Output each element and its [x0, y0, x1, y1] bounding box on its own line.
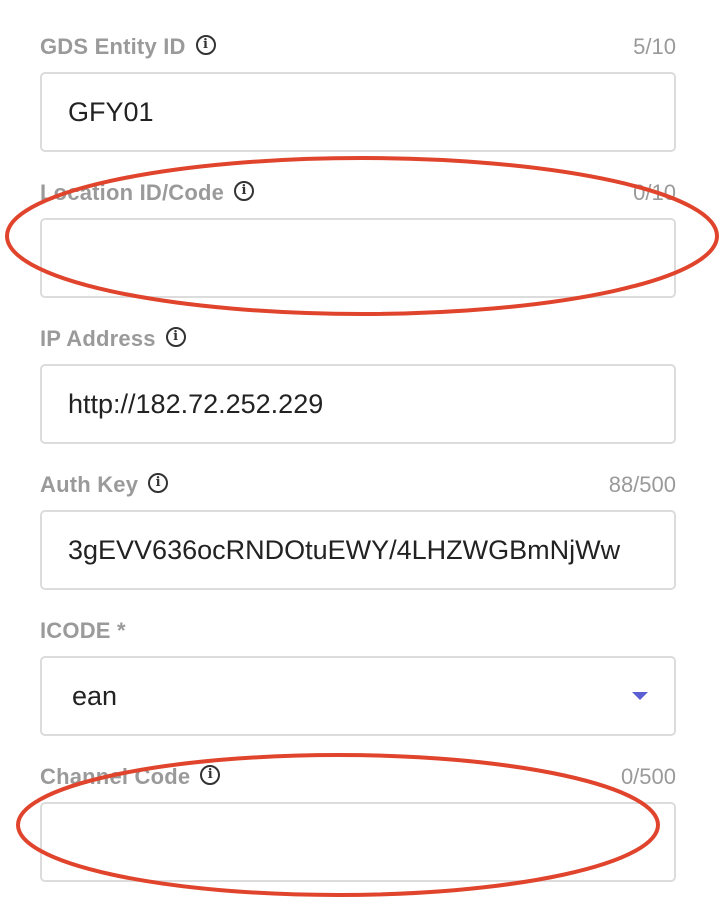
auth-key-field: Auth Key i 88/500 3gEVV636ocRNDOtuEWY/4LH…	[40, 470, 676, 590]
ip-address-label: IP Address	[40, 326, 156, 351]
channel-code-label-row: Channel Code i 0/500	[40, 762, 676, 792]
gds-entity-id-label: GDS Entity ID	[40, 34, 186, 59]
info-icon[interactable]: i	[200, 765, 221, 786]
info-icon[interactable]: i	[234, 181, 255, 202]
info-icon[interactable]: i	[148, 473, 169, 494]
ip-address-field: IP Address i http://182.72.252.229	[40, 324, 676, 444]
ip-address-label-wrap: IP Address i	[40, 324, 186, 354]
gds-entity-id-label-wrap: GDS Entity ID i	[40, 32, 216, 62]
icode-label-row: ICODE *	[40, 616, 676, 646]
caret-down-icon[interactable]	[632, 692, 648, 700]
auth-key-label-wrap: Auth Key i	[40, 470, 169, 500]
location-id-label-row: Location ID/Code i 0/10	[40, 178, 676, 208]
icode-select[interactable]: ean	[40, 656, 676, 736]
location-id-input[interactable]	[40, 218, 676, 298]
auth-key-input[interactable]: 3gEVV636ocRNDOtuEWY/4LHZWGBmNjWw	[40, 510, 676, 590]
channel-code-label: Channel Code	[40, 764, 191, 789]
channel-code-label-wrap: Channel Code i	[40, 762, 221, 792]
gds-entity-id-counter: 5/10	[633, 34, 676, 59]
channel-code-field: Channel Code i 0/500	[40, 762, 676, 882]
ip-address-input[interactable]: http://182.72.252.229	[40, 364, 676, 444]
location-id-label: Location ID/Code	[40, 180, 225, 205]
channel-code-counter: 0/500	[620, 764, 676, 789]
auth-key-counter: 88/500	[608, 472, 676, 497]
info-icon[interactable]: i	[165, 327, 186, 348]
ip-address-label-row: IP Address i	[40, 324, 676, 354]
icode-field: ICODE * ean	[40, 616, 676, 736]
channel-code-input[interactable]	[40, 802, 676, 882]
location-id-counter: 0/10	[633, 180, 676, 205]
info-icon[interactable]: i	[195, 35, 216, 56]
gds-entity-id-label-row: GDS Entity ID i 5/10	[40, 32, 676, 62]
auth-key-label-row: Auth Key i 88/500	[40, 470, 676, 500]
gds-entity-id-input[interactable]: GFY01	[40, 72, 676, 152]
auth-key-label: Auth Key	[40, 472, 139, 497]
gds-entity-id-field: GDS Entity ID i 5/10 GFY01	[40, 32, 676, 152]
icode-selected-value: ean	[72, 681, 118, 711]
icode-label: ICODE *	[40, 618, 126, 643]
location-id-label-wrap: Location ID/Code i	[40, 178, 255, 208]
location-id-field: Location ID/Code i 0/10	[40, 178, 676, 298]
